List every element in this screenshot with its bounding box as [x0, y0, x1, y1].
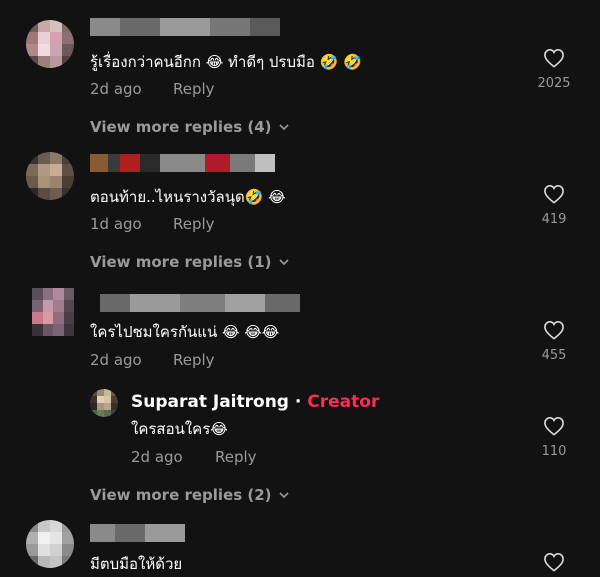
reply-button[interactable]: Reply	[173, 80, 215, 98]
heart-outline-icon[interactable]	[543, 184, 565, 204]
like-count: 455	[541, 348, 567, 363]
creator-username[interactable]: Suparat Jaitrong · Creator	[131, 392, 379, 412]
blurred-username[interactable]	[90, 18, 280, 36]
like-count: 110	[541, 444, 567, 459]
separator-dot: ·	[294, 392, 302, 412]
comment-time: 2d ago	[90, 351, 142, 369]
comment-time: 2d ago	[131, 448, 183, 466]
like-area: 419	[524, 184, 584, 227]
creator-name-text: Suparat Jaitrong	[131, 392, 289, 412]
chevron-down-icon	[278, 492, 289, 499]
view-more-label: View more replies (2)	[90, 486, 272, 504]
comment-text: ใครไปชมใครกันแน่ 😂 😂😂	[90, 323, 280, 341]
view-more-replies-button[interactable]: View more replies (1)	[90, 253, 290, 271]
reply-button[interactable]: Reply	[215, 448, 257, 466]
chevron-down-icon	[278, 124, 289, 131]
heart-outline-icon[interactable]	[543, 416, 565, 436]
chevron-down-icon	[278, 259, 289, 266]
heart-outline-icon[interactable]	[543, 552, 565, 572]
avatar[interactable]	[26, 152, 74, 200]
like-count: 419	[541, 212, 567, 227]
view-more-replies-button[interactable]: View more replies (4)	[90, 118, 290, 136]
avatar[interactable]	[26, 520, 74, 568]
like-area: 2025	[524, 48, 584, 91]
blurred-username[interactable]	[90, 524, 185, 542]
view-more-label: View more replies (4)	[90, 118, 272, 136]
like-count: 2025	[537, 76, 571, 91]
comment-time: 1d ago	[90, 215, 142, 233]
creator-badge: Creator	[307, 392, 380, 412]
view-more-replies-button[interactable]: View more replies (2)	[90, 486, 290, 504]
comment-time: 2d ago	[90, 80, 142, 98]
blurred-username[interactable]	[100, 294, 300, 312]
reply-button[interactable]: Reply	[173, 215, 215, 233]
comment-text: รู้เรื่องกว่าคนอีกก 😂 ทำดีๆ ปรบมือ 🤣 🤣	[90, 53, 362, 71]
reply-button[interactable]: Reply	[173, 351, 215, 369]
like-area: 455	[524, 320, 584, 363]
heart-outline-icon[interactable]	[543, 320, 565, 340]
view-more-label: View more replies (1)	[90, 253, 272, 271]
creator-avatar[interactable]	[90, 389, 118, 417]
avatar[interactable]	[32, 288, 74, 336]
avatar[interactable]	[26, 20, 74, 68]
comment-text: ใครสอนใคร😂	[131, 420, 228, 438]
heart-outline-icon[interactable]	[543, 48, 565, 68]
like-area	[524, 552, 584, 572]
comment-text: ตอนท้าย..ไหนรางวัลนุด🤣 😂	[90, 188, 286, 206]
like-area: 110	[524, 416, 584, 459]
comment-text: มีตบมือให้ด้วย	[90, 555, 183, 573]
blurred-username[interactable]	[90, 154, 275, 172]
